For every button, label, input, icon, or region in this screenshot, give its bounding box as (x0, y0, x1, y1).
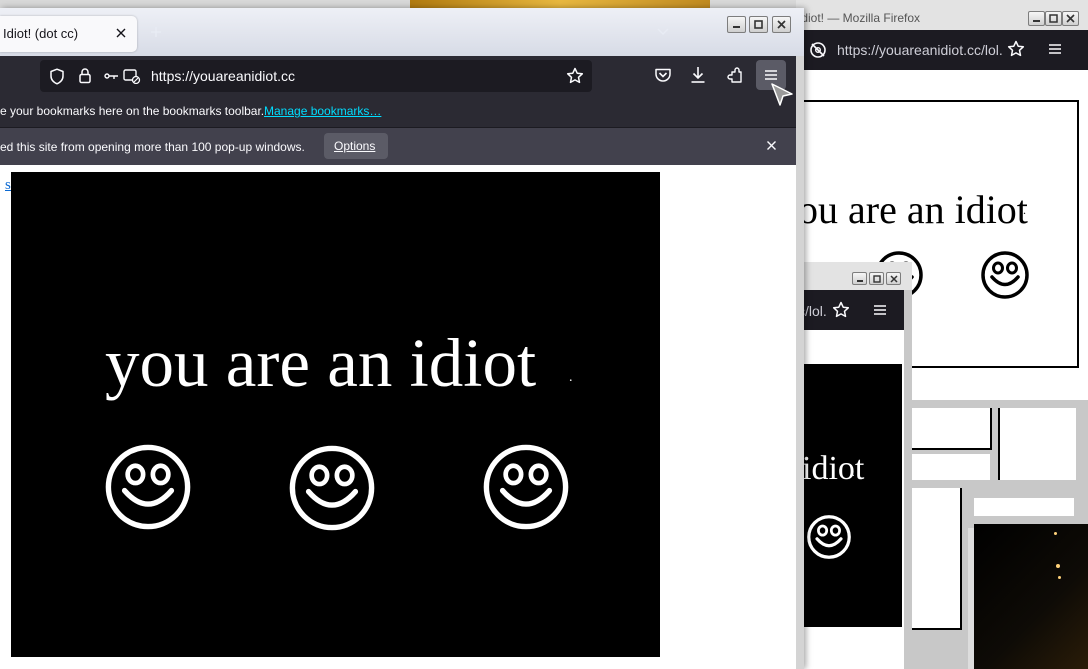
popup-url-text[interactable]: https://youareanidiot.cc/lol. (837, 42, 1002, 58)
minimize-button[interactable] (727, 16, 746, 33)
stacked-popup-window (908, 400, 1088, 490)
tab-title: Idiot! (dot cc) (3, 26, 79, 41)
desktop-photo (410, 0, 710, 8)
close-window-button[interactable] (772, 16, 791, 33)
popup-maximize-button[interactable] (1045, 11, 1062, 26)
popup2-headline: idiot (802, 450, 865, 487)
stacked-popup-window (966, 488, 1088, 528)
popup2-maximize-button[interactable] (869, 272, 884, 285)
bookmarks-toolbar: e your bookmarks here on the bookmarks t… (0, 96, 796, 127)
light-dot (1058, 576, 1061, 579)
mouse-cursor-icon (771, 83, 793, 106)
stacked-popup-window (908, 488, 968, 669)
stacked-popup-content (998, 408, 1076, 480)
dark-photo-window (974, 524, 1088, 669)
popup2-content-area: idiot . (802, 330, 904, 669)
bookmark-star-icon[interactable] (832, 301, 850, 319)
stacked-popup-content (974, 498, 1074, 516)
smiley-face-icon (981, 251, 1029, 299)
light-dot (1054, 532, 1057, 535)
extensions-icon[interactable] (726, 66, 744, 84)
hamburger-menu-icon[interactable] (1048, 42, 1062, 56)
stacked-popup-content (912, 454, 990, 480)
active-tab[interactable]: Idiot! (dot cc) (0, 16, 137, 52)
bookmarks-hint-text: e your bookmarks here on the bookmarks t… (0, 104, 265, 118)
url-bar[interactable]: https://youareanidiot.cc (40, 60, 592, 92)
shield-icon[interactable] (49, 68, 65, 85)
lock-icon[interactable] (78, 67, 92, 84)
nav-toolbar: https://youareanidiot.cc (0, 56, 796, 96)
smiley-face-icon (483, 444, 569, 530)
popup-blocked-notification: ed this site from opening more than 100 … (0, 127, 796, 165)
tracking-protection-off-icon[interactable] (809, 41, 827, 59)
popup-minimize-button[interactable] (1028, 11, 1045, 26)
notification-text: ed this site from opening more than 100 … (0, 140, 305, 154)
bookmark-star-icon[interactable] (566, 67, 584, 85)
popup-headline-period: . (1023, 203, 1026, 217)
new-tab-icon[interactable] (150, 26, 162, 38)
manage-bookmarks-link[interactable]: Manage bookmarks… (264, 104, 381, 118)
popup2-minimize-button[interactable] (852, 272, 867, 285)
popup2-titlebar (796, 262, 912, 290)
tab-close-icon[interactable] (115, 27, 127, 39)
options-button-label: Options (334, 139, 376, 153)
options-button[interactable]: Options (324, 133, 388, 159)
close-notification-icon[interactable] (766, 140, 777, 151)
url-text[interactable]: https://youareanidiot.cc (151, 68, 295, 84)
main-browser-window: Idiot! (dot cc) https://youareanidiot.cc… (0, 8, 804, 669)
popup-titlebar: Idiot! — Mozilla Firefox (796, 0, 1088, 30)
popup-window-2: c/lol. idiot . (796, 262, 912, 669)
stacked-popup-content (912, 408, 992, 450)
smiley-face-icon (105, 444, 191, 530)
page-headline-period: . (569, 370, 573, 385)
popup2-headline-period: . (852, 468, 855, 479)
popup-close-button[interactable] (1062, 11, 1079, 26)
permissions-icon[interactable] (104, 68, 142, 84)
hamburger-menu-icon[interactable] (873, 303, 887, 317)
hamburger-menu-icon (764, 68, 778, 82)
idiot-page-canvas: you are an idiot . (11, 172, 660, 657)
popup-headline: ou are an idiot (798, 187, 1028, 232)
page-headline: you are an idiot (105, 325, 537, 401)
window-right-border (796, 56, 804, 669)
bookmark-star-icon[interactable] (1007, 40, 1025, 58)
pocket-icon[interactable] (654, 67, 672, 84)
tab-bar: Idiot! (dot cc) (0, 8, 804, 56)
maximize-button[interactable] (749, 16, 768, 33)
smiley-face-icon (807, 515, 851, 559)
downloads-icon[interactable] (690, 66, 706, 84)
popup-navbar: https://youareanidiot.cc/lol. (796, 30, 1088, 70)
page-content: safe you are an idiot . (0, 165, 796, 669)
smiley-face-icon (289, 445, 375, 531)
light-dot (1056, 564, 1060, 568)
popup2-navbar: c/lol. (796, 290, 904, 330)
popup-window-title: Idiot! — Mozilla Firefox (798, 11, 921, 25)
stacked-popup-content (912, 488, 962, 630)
list-tabs-icon[interactable] (656, 26, 670, 38)
popup2-page-canvas: idiot . (802, 364, 902, 627)
popup2-close-button[interactable] (886, 272, 901, 285)
